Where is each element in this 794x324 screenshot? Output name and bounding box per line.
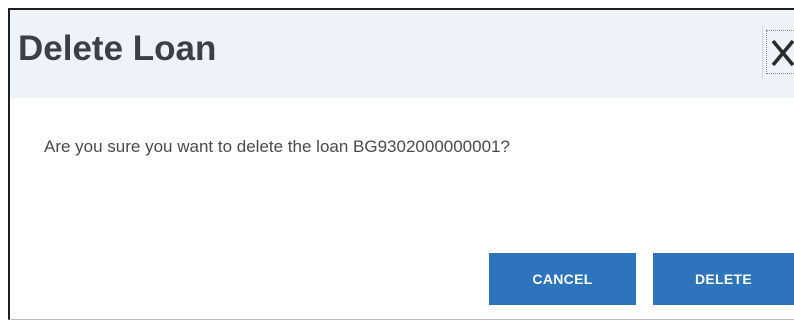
close-button[interactable] xyxy=(766,30,794,74)
dialog-title: Delete Loan xyxy=(18,29,217,68)
confirmation-message: Are you sure you want to delete the loan… xyxy=(44,137,510,156)
cancel-button[interactable]: CANCEL xyxy=(489,253,636,305)
dialog-header: Delete Loan xyxy=(10,10,794,98)
close-icon xyxy=(771,40,794,66)
delete-button[interactable]: DELETE xyxy=(653,253,794,305)
delete-loan-dialog: Delete Loan Are you sure you want to del… xyxy=(8,8,794,320)
header-divider xyxy=(762,26,763,80)
